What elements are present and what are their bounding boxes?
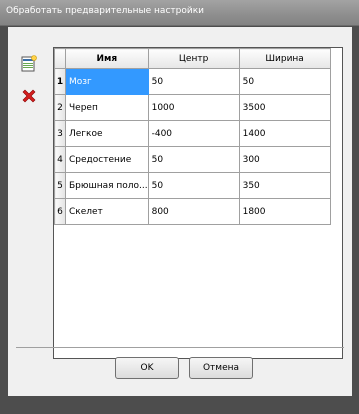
table-header-row: Имя Центр Ширина xyxy=(54,48,331,69)
dialog-body: Имя Центр Ширина 1 Мозг 50 50 2 Череп 10… xyxy=(8,27,352,396)
table-row[interactable]: 3 Легкое -400 1400 xyxy=(54,120,331,147)
row-number: 5 xyxy=(54,172,66,199)
header-name[interactable]: Имя xyxy=(65,48,149,69)
cell-center[interactable]: 800 xyxy=(147,198,240,225)
cell-width[interactable]: 50 xyxy=(238,68,331,95)
cell-width[interactable]: 300 xyxy=(238,146,331,173)
window-title: Обработать предварительные настройки xyxy=(0,0,359,26)
cell-width[interactable]: 3500 xyxy=(238,94,331,121)
cancel-button[interactable]: Отмена xyxy=(189,357,253,379)
table-row[interactable]: 6 Скелет 800 1800 xyxy=(54,198,331,225)
cell-name[interactable]: Мозг xyxy=(65,68,149,95)
row-number: 6 xyxy=(54,198,66,225)
row-number: 1 xyxy=(54,68,66,95)
cell-center[interactable]: -400 xyxy=(147,120,240,147)
dialog-window: Обработать предварительные настройки Имя… xyxy=(0,0,359,414)
header-row-number xyxy=(54,48,66,69)
row-number: 3 xyxy=(54,120,66,147)
delete-row-icon[interactable] xyxy=(20,87,40,107)
cell-name[interactable]: Легкое xyxy=(65,120,149,147)
cell-width[interactable]: 1800 xyxy=(238,198,331,225)
cell-center[interactable]: 50 xyxy=(147,68,240,95)
divider xyxy=(16,347,344,348)
ok-button[interactable]: OK xyxy=(115,357,179,379)
cell-width[interactable]: 350 xyxy=(238,172,331,199)
cell-center[interactable]: 1000 xyxy=(147,94,240,121)
presets-table: Имя Центр Ширина 1 Мозг 50 50 2 Череп 10… xyxy=(53,47,343,359)
row-number: 4 xyxy=(54,146,66,173)
cell-name[interactable]: Череп xyxy=(65,94,149,121)
cell-name[interactable]: Скелет xyxy=(65,198,149,225)
table-row[interactable]: 1 Мозг 50 50 xyxy=(54,68,331,95)
table-row[interactable]: 5 Брюшная поло... 50 350 xyxy=(54,172,331,199)
cell-name[interactable]: Средостение xyxy=(65,146,149,173)
cell-name[interactable]: Брюшная поло... xyxy=(65,172,149,199)
header-center[interactable]: Центр xyxy=(147,48,240,69)
cell-center[interactable]: 50 xyxy=(147,146,240,173)
row-number: 2 xyxy=(54,94,66,121)
add-row-icon[interactable] xyxy=(20,55,40,75)
cell-width[interactable]: 1400 xyxy=(238,120,331,147)
table-row[interactable]: 2 Череп 1000 3500 xyxy=(54,94,331,121)
table-row[interactable]: 4 Средостение 50 300 xyxy=(54,146,331,173)
header-width[interactable]: Ширина xyxy=(238,48,331,69)
cell-center[interactable]: 50 xyxy=(147,172,240,199)
